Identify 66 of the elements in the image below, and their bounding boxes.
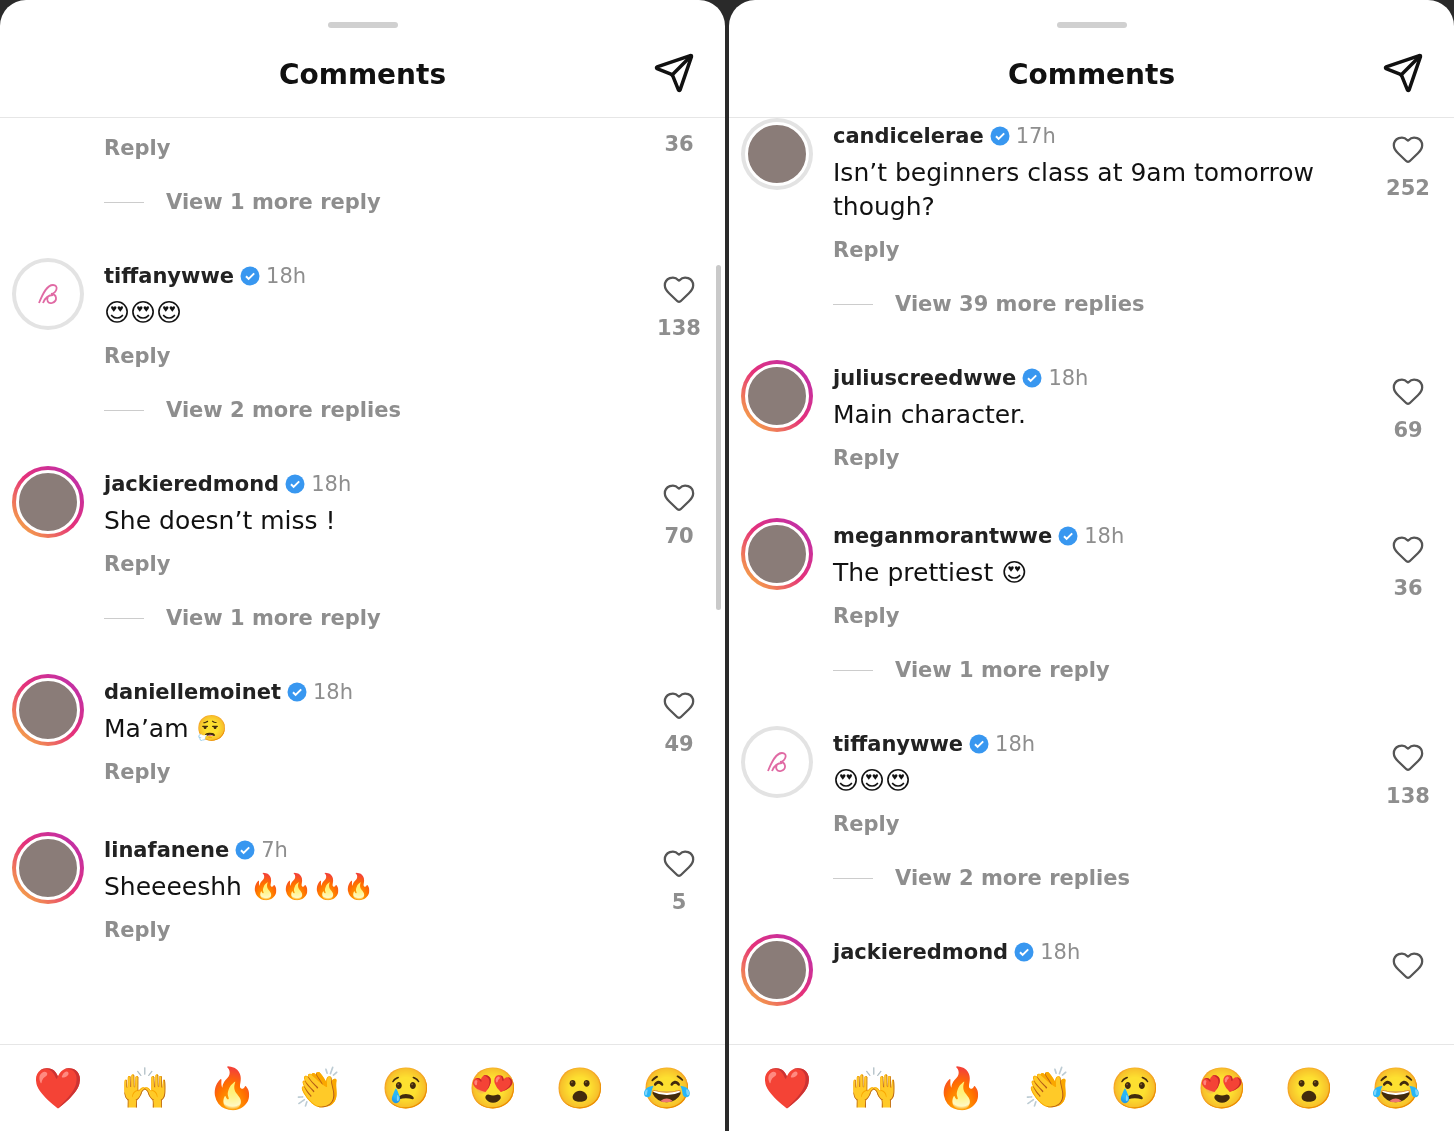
like-count: 36 [664, 132, 694, 156]
reply-link[interactable]: Reply [833, 600, 900, 632]
view-replies-link[interactable]: View 39 more replies [895, 292, 1145, 316]
comment-time: 18h [1048, 366, 1089, 390]
username[interactable]: candicelerae [833, 124, 984, 148]
like-count: 70 [664, 524, 694, 548]
comment-text: Ma’am 😮‍💨 [104, 713, 228, 745]
comment-text: 😍😍😍 [833, 765, 912, 797]
comment-time: 18h [1040, 940, 1081, 964]
like-count: 69 [1393, 418, 1423, 442]
view-replies-link[interactable]: View 1 more reply [166, 190, 381, 214]
username[interactable]: meganmorantwwe [833, 524, 1053, 548]
sheet-title: Comments [278, 58, 447, 91]
reply-link[interactable]: Reply [104, 756, 171, 788]
comment-time: 18h [313, 680, 353, 704]
reaction-emoji[interactable]: 😢 [1110, 1068, 1161, 1108]
view-replies-link[interactable]: View 2 more replies [166, 398, 401, 422]
reaction-emoji[interactable]: 😂 [1371, 1068, 1422, 1108]
comment-time: 18h [1084, 524, 1125, 548]
username[interactable]: juliuscreedwwe [833, 366, 1017, 390]
reply-link[interactable]: Reply [104, 914, 171, 946]
like-count: 36 [1393, 576, 1423, 600]
comment-text: The prettiest 😍 [833, 557, 1028, 589]
reply-link[interactable]: Reply [104, 340, 171, 372]
reply-link[interactable]: Reply [104, 132, 171, 164]
comment-text: She doesn’t miss ! [104, 505, 336, 537]
username[interactable]: tiffanywwe [104, 264, 235, 288]
username[interactable]: tiffanywwe [833, 732, 964, 756]
view-replies-link[interactable]: View 1 more reply [895, 658, 1110, 682]
drag-handle[interactable] [327, 22, 398, 28]
reaction-emoji[interactable]: 😮 [555, 1068, 606, 1108]
reaction-emoji[interactable]: 😍 [1197, 1068, 1248, 1108]
reaction-emoji[interactable]: ❤ [32, 1068, 83, 1108]
comment-text: Main character. [833, 399, 1026, 431]
reply-link[interactable]: Reply [833, 442, 900, 474]
like-count: 252 [1386, 176, 1430, 200]
like-count: 5 [671, 890, 687, 914]
reaction-emoji[interactable]: 😂 [642, 1068, 693, 1108]
view-replies-link[interactable]: View 2 more replies [895, 866, 1130, 890]
view-replies-link[interactable]: View 1 more reply [166, 606, 381, 630]
comment-text: 😍😍😍 [104, 297, 183, 329]
comment-text: Isn’t beginners class at 9am tomorrow though? [833, 157, 1315, 223]
comment-time: 18h [266, 264, 307, 288]
reaction-emoji[interactable]: ❤ [761, 1068, 812, 1108]
reaction-emoji[interactable]: 😮 [1284, 1068, 1335, 1108]
username[interactable]: jackieredmond [833, 940, 1009, 964]
like-count: 138 [1386, 784, 1430, 808]
comment-time: 18h [311, 472, 352, 496]
comment-time: 17h [1015, 124, 1056, 148]
reaction-emoji[interactable]: 😍 [468, 1068, 519, 1108]
share-button[interactable] [1382, 52, 1424, 94]
reply-link[interactable]: Reply [833, 234, 900, 266]
sheet-title: Comments [1007, 58, 1176, 91]
username[interactable]: linafanene [104, 838, 230, 862]
comment-time: 18h [995, 732, 1036, 756]
reply-link[interactable]: Reply [104, 548, 171, 580]
comment-text: Sheeeeshh 🔥🔥🔥🔥 [104, 871, 374, 903]
reaction-emoji[interactable]: 😢 [381, 1068, 432, 1108]
comment-time: 7h [261, 838, 288, 862]
like-count: 49 [664, 732, 694, 756]
reply-link[interactable]: Reply [833, 808, 900, 840]
drag-handle[interactable] [1056, 22, 1127, 28]
username[interactable]: jackieredmond [104, 472, 280, 496]
share-button[interactable] [653, 52, 695, 94]
username[interactable]: daniellemoinet [104, 680, 281, 704]
like-count: 138 [657, 316, 701, 340]
